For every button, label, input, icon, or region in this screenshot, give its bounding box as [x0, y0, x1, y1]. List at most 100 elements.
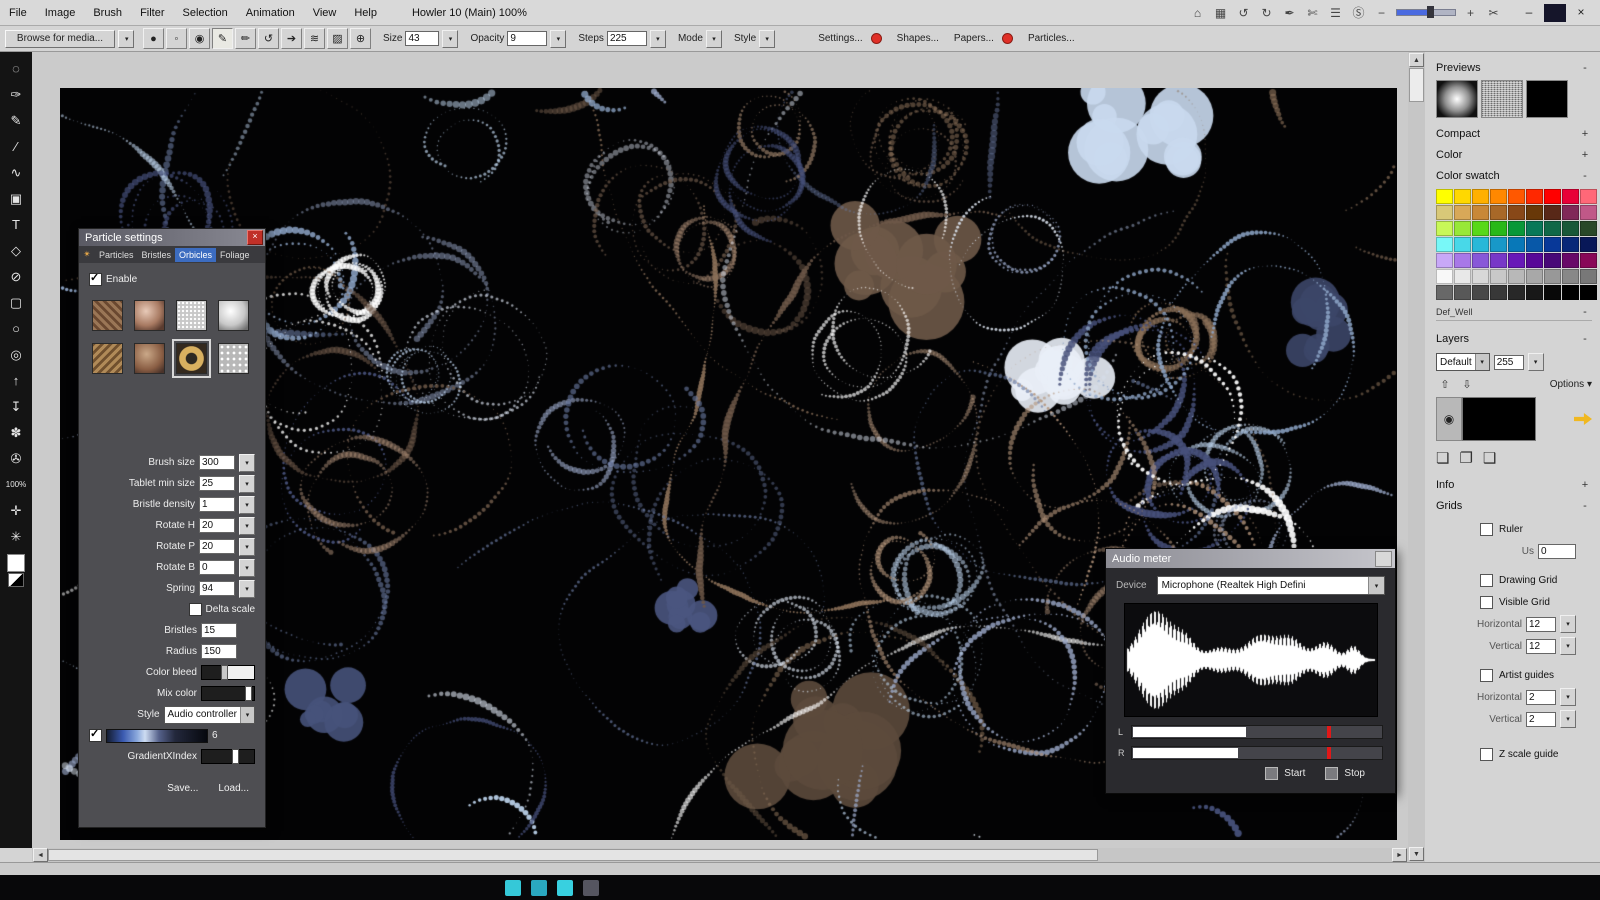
- layer-opacity-input[interactable]: [1494, 355, 1524, 370]
- scroll-right-icon[interactable]: ►: [1392, 848, 1407, 862]
- maximize-button[interactable]: [1544, 4, 1566, 22]
- color-swatch-23[interactable]: [1526, 221, 1543, 236]
- audio-meter-corner-button[interactable]: [1375, 551, 1392, 567]
- tab-foliage[interactable]: Foliage: [216, 248, 254, 262]
- layer-thumbnail[interactable]: [1462, 397, 1536, 441]
- scroll-down-icon[interactable]: ▼: [1409, 847, 1424, 861]
- color-swatch-57[interactable]: [1490, 285, 1507, 300]
- field-input-rotate-h[interactable]: [199, 518, 235, 533]
- color-swatch-13[interactable]: [1508, 205, 1525, 220]
- field-input-tablet-min-size[interactable]: [199, 476, 235, 491]
- layer-mode-select[interactable]: Default ▾: [1436, 353, 1490, 371]
- style-dropdown[interactable]: ▾: [759, 30, 775, 48]
- menu-help[interactable]: Help: [345, 7, 386, 19]
- load-button[interactable]: Load...: [218, 783, 249, 794]
- duplicate-layer-icon[interactable]: ❐: [1459, 449, 1472, 467]
- color-swatch-35[interactable]: [1580, 237, 1597, 252]
- color-swatch-24[interactable]: [1544, 221, 1561, 236]
- color-swatch-33[interactable]: [1544, 237, 1561, 252]
- color-swatch-46[interactable]: [1454, 269, 1471, 284]
- particle-style-select[interactable]: Audio controller ▾: [164, 706, 255, 724]
- pencil-icon[interactable]: ✎: [212, 28, 233, 49]
- color-swatch-15[interactable]: [1544, 205, 1561, 220]
- target-icon[interactable]: ⊕: [350, 28, 371, 49]
- chevron-down-icon[interactable]: ▾: [239, 538, 255, 556]
- taskbar-app-3[interactable]: [557, 880, 573, 896]
- rect-select-tool[interactable]: ▢: [3, 290, 29, 315]
- color-swatch-59[interactable]: [1526, 285, 1543, 300]
- brush-tool[interactable]: ✎: [3, 108, 29, 133]
- color-swatch-collapse-button[interactable]: -: [1578, 170, 1592, 182]
- dropper-tool[interactable]: ✑: [3, 82, 29, 107]
- undo-icon[interactable]: ↺: [1235, 6, 1252, 20]
- visible-grid-checkbox[interactable]: [1480, 596, 1493, 609]
- zoom-out-icon[interactable]: −: [1373, 6, 1390, 20]
- tab-orbicles[interactable]: Orbicles: [175, 248, 216, 262]
- chevron-down-icon[interactable]: ▾: [239, 475, 255, 493]
- preset-brown-sphere[interactable]: [134, 343, 165, 374]
- steps-input[interactable]: [607, 31, 647, 46]
- color-swatch-42[interactable]: [1544, 253, 1561, 268]
- color-swatch-36[interactable]: [1436, 253, 1453, 268]
- drawing-grid-checkbox[interactable]: [1480, 574, 1493, 587]
- color-swatch-41[interactable]: [1526, 253, 1543, 268]
- bg-color-swatch[interactable]: [8, 573, 24, 587]
- z-scale-guide-checkbox[interactable]: [1480, 748, 1493, 761]
- menu-animation[interactable]: Animation: [237, 7, 304, 19]
- chevron-down-icon[interactable]: ▾: [239, 454, 255, 472]
- gradient-strip[interactable]: [106, 729, 208, 743]
- pen-icon[interactable]: ✏: [235, 28, 256, 49]
- color-swatch-28[interactable]: [1454, 237, 1471, 252]
- field-input-bristle-density[interactable]: [199, 497, 235, 512]
- horizontal-scroll-thumb[interactable]: [48, 849, 1098, 861]
- settings-button[interactable]: Settings...: [818, 33, 862, 44]
- preset-gold-ring[interactable]: [176, 343, 207, 374]
- vertical-scroll-thumb[interactable]: [1409, 68, 1424, 102]
- info-expand-button[interactable]: +: [1578, 479, 1592, 491]
- previews-collapse-button[interactable]: -: [1578, 62, 1592, 74]
- copy-layer-icon[interactable]: ❏: [1436, 449, 1449, 467]
- shapes-button[interactable]: Shapes...: [897, 33, 939, 44]
- browse-media-dropdown[interactable]: ▾: [118, 30, 134, 48]
- color-swatch-52[interactable]: [1562, 269, 1579, 284]
- color-swatch-29[interactable]: [1472, 237, 1489, 252]
- orbicle-tool[interactable]: ◌: [3, 56, 29, 81]
- color-swatch-61[interactable]: [1562, 285, 1579, 300]
- grid-horizontal-input[interactable]: [1526, 617, 1556, 632]
- color-swatch-20[interactable]: [1472, 221, 1489, 236]
- color-swatch-0[interactable]: [1436, 189, 1453, 204]
- key-tool[interactable]: ✇: [3, 446, 29, 471]
- color-swatch-27[interactable]: [1436, 237, 1453, 252]
- chevron-down-icon[interactable]: ▾: [239, 496, 255, 514]
- black-circle-icon[interactable]: ●: [143, 28, 164, 49]
- save-button[interactable]: Save...: [167, 783, 198, 794]
- color-swatch-3[interactable]: [1490, 189, 1507, 204]
- text-tool[interactable]: T: [3, 212, 29, 237]
- color-swatch-16[interactable]: [1562, 205, 1579, 220]
- guide-horizontal-spinner[interactable]: ▾: [1560, 688, 1576, 706]
- preset-dotted-sphere[interactable]: [134, 300, 165, 331]
- color-swatch-62[interactable]: [1580, 285, 1597, 300]
- color-swatch-45[interactable]: [1436, 269, 1453, 284]
- color-swatch-18[interactable]: [1436, 221, 1453, 236]
- layer-down-icon[interactable]: ⇩: [1458, 376, 1476, 392]
- scroll-up-icon[interactable]: ▲: [1409, 53, 1424, 67]
- color-swatch-6[interactable]: [1544, 189, 1561, 204]
- tab-particles[interactable]: Particles: [95, 248, 138, 262]
- color-swatch-39[interactable]: [1490, 253, 1507, 268]
- warp-icon[interactable]: ≋: [304, 28, 325, 49]
- color-swatch-58[interactable]: [1508, 285, 1525, 300]
- preset-weave-gold[interactable]: [92, 343, 123, 374]
- color-swatch-55[interactable]: [1454, 285, 1471, 300]
- color-swatch-17[interactable]: [1580, 205, 1597, 220]
- color-swatch-26[interactable]: [1580, 221, 1597, 236]
- zoom-in-icon[interactable]: +: [1462, 6, 1479, 20]
- arrow-tool[interactable]: ↑: [3, 368, 29, 393]
- palette-collapse-button[interactable]: -: [1578, 306, 1592, 318]
- curve-tool[interactable]: ∿: [3, 160, 29, 185]
- opacity-input[interactable]: [507, 31, 547, 46]
- color-swatch-49[interactable]: [1508, 269, 1525, 284]
- scroll-left-icon[interactable]: ◄: [33, 848, 48, 862]
- color-swatch-34[interactable]: [1562, 237, 1579, 252]
- cube-tool[interactable]: ▣: [3, 186, 29, 211]
